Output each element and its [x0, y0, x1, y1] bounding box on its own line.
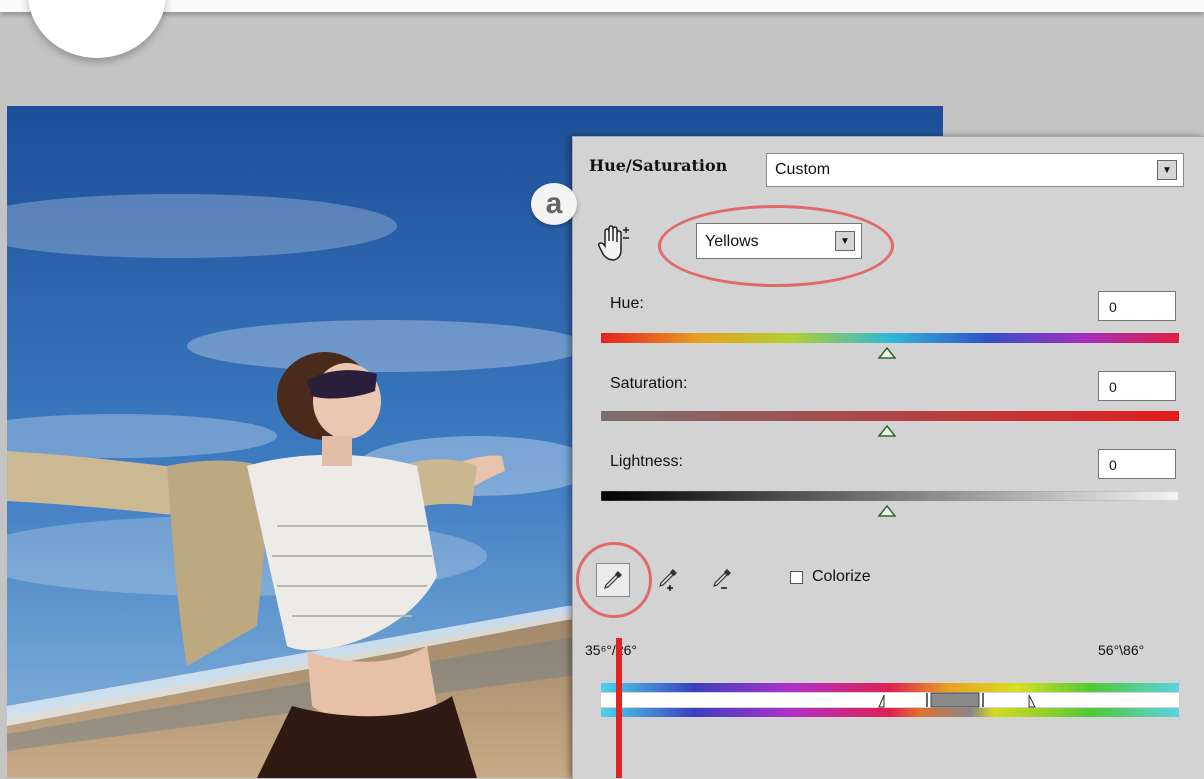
panel-title: Hue/Saturation — [589, 156, 728, 175]
top-banner — [0, 0, 1204, 12]
lightness-slider-thumb[interactable] — [878, 505, 896, 517]
eyedropper-minus-icon[interactable] — [704, 563, 738, 597]
saturation-slider-thumb[interactable] — [878, 425, 896, 437]
channel-value: Yellows — [705, 233, 759, 250]
preset-dropdown[interactable]: Custom ▼ — [766, 153, 1184, 187]
hue-label: Hue: — [610, 295, 644, 312]
hue-saturation-panel: Hue/Saturation Custom ▼ Yellows ▼ Hue: 0… — [572, 136, 1204, 779]
colorize-checkbox[interactable] — [790, 570, 803, 584]
range-left-readout: 35⁶°/26° — [585, 642, 637, 658]
channel-dropdown[interactable]: Yellows ▼ — [696, 223, 862, 259]
lightness-label: Lightness: — [610, 453, 683, 470]
saturation-slider-track[interactable] — [601, 411, 1179, 421]
targeted-adjustment-hand-icon[interactable] — [595, 224, 631, 264]
saturation-label: Saturation: — [610, 375, 688, 392]
hue-slider-thumb[interactable] — [878, 347, 896, 359]
color-range-ramp[interactable] — [601, 683, 1179, 719]
callout-arrow-line — [616, 638, 622, 778]
lightness-input[interactable]: 0 — [1098, 449, 1176, 479]
hue-slider-track[interactable] — [601, 333, 1179, 343]
callout-marker-a: a — [531, 183, 577, 225]
chevron-down-icon[interactable]: ▼ — [1157, 160, 1177, 180]
eyedropper-icon[interactable] — [596, 563, 630, 597]
chevron-down-icon[interactable]: ▼ — [835, 231, 855, 251]
colorize-label: Colorize — [812, 568, 871, 585]
colorize-option[interactable]: Colorize — [790, 568, 871, 586]
saturation-input[interactable]: 0 — [1098, 371, 1176, 401]
preset-value: Custom — [775, 161, 831, 178]
lightness-slider-track[interactable] — [601, 491, 1179, 501]
corner-badge — [28, 0, 166, 58]
hue-input[interactable]: 0 — [1098, 291, 1176, 321]
range-right-readout: 56°\86° — [1098, 642, 1145, 658]
eyedropper-plus-icon[interactable] — [650, 563, 684, 597]
